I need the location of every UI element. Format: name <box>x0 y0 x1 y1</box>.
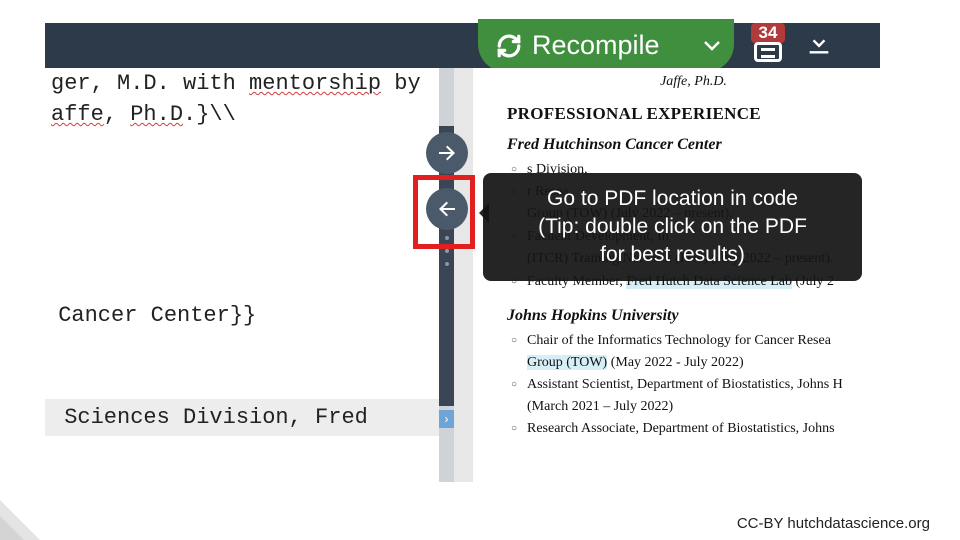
pdf-bullet: Assistant Scientist, Department of Biost… <box>513 375 880 394</box>
caret-down-icon[interactable] <box>704 41 720 51</box>
recompile-button[interactable]: Recompile <box>478 19 734 72</box>
pdf-supervisor-line: Jaffe, Ph.D. <box>569 74 819 90</box>
refresh-icon <box>496 33 522 59</box>
pdf-bullet: (March 2021 – July 2022) <box>513 397 880 416</box>
highlight-box <box>413 175 475 249</box>
recompile-label: Recompile <box>532 30 660 61</box>
sync-tooltip: Go to PDF location in code (Tip: double … <box>483 173 862 281</box>
download-button[interactable] <box>805 28 833 58</box>
pdf-org-heading: Fred Hutchinson Cancer Center <box>507 136 880 154</box>
stage: Recompile 34 ger, M.D. with mentorship b… <box>0 0 960 540</box>
log-count-badge: 34 <box>751 23 786 43</box>
pdf-bullet: Chair of the Informatics Technology for … <box>513 331 880 350</box>
code-editor[interactable]: ger, M.D. with mentorship by affe, Ph.D.… <box>45 68 439 482</box>
pdf-bullet-list: Chair of the Informatics Technology for … <box>513 331 880 438</box>
pdf-bullet: Research Associate, Department of Biosta… <box>513 419 880 438</box>
corner-watermark <box>0 480 60 540</box>
pdf-bullet: Group (TOW) (May 2022 - July 2022) <box>513 353 880 372</box>
code-line: affe, Ph.D.}\\ <box>45 99 439 130</box>
expand-pdf-button[interactable]: › <box>439 410 454 428</box>
code-line: Cancer Center}} <box>45 300 439 331</box>
pdf-org-heading: Johns Hopkins University <box>507 307 880 325</box>
log-icon <box>754 42 782 62</box>
arrow-right-icon <box>435 141 459 165</box>
download-icon <box>805 28 833 58</box>
code-line-active: Sciences Division, Fred <box>45 399 439 436</box>
pdf-section-heading: PROFESSIONAL EXPERIENCE <box>507 104 880 124</box>
logs-button[interactable]: 34 <box>745 23 791 65</box>
go-to-pdf-button[interactable] <box>426 132 468 174</box>
attribution-text: CC-BY hutchdatascience.org <box>737 515 930 532</box>
code-line: ger, M.D. with mentorship by <box>45 68 439 99</box>
